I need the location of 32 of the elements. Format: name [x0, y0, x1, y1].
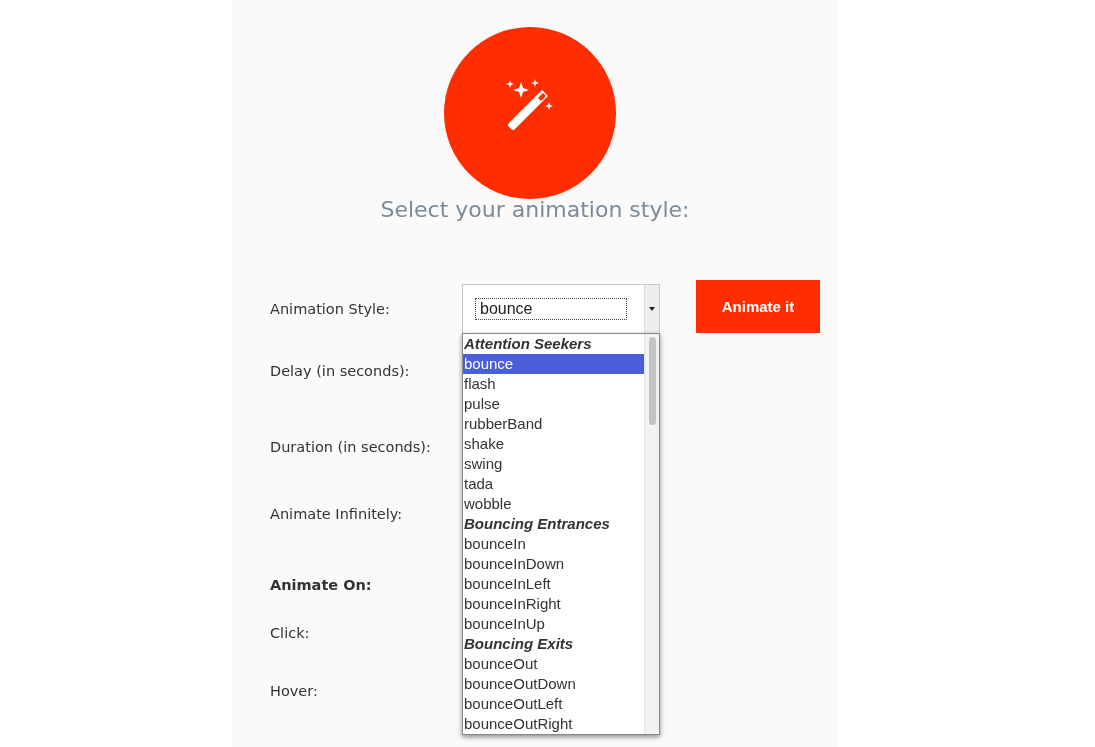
dropdown-option[interactable]: bounceOutRight	[463, 714, 644, 734]
field-label: Click:	[270, 625, 311, 641]
dropdown-option[interactable]: bounceInRight	[463, 594, 644, 614]
dropdown-option[interactable]: bounceOut	[463, 654, 644, 674]
dropdown-option[interactable]: flash	[463, 374, 644, 394]
dropdown-option[interactable]: bounceInUp	[463, 614, 644, 634]
page-title: Select your animation style:	[379, 197, 691, 222]
dropdown-option[interactable]: swing	[463, 454, 644, 474]
dropdown-option[interactable]: shake	[463, 434, 644, 454]
dropdown-option[interactable]: bounce	[463, 354, 644, 374]
animation-style-select[interactable]: bounce	[462, 284, 660, 334]
animate-button[interactable]: Animate it	[696, 279, 820, 333]
field-label: Hover:	[270, 683, 319, 699]
option-group-label: Bouncing Entrances	[463, 514, 611, 534]
field-label: Animation Style:	[270, 301, 391, 317]
caret-icon	[644, 285, 659, 333]
dropdown-option[interactable]: bounceOutDown	[463, 674, 644, 694]
dropdown-option[interactable]: bounceOutLeft	[463, 694, 644, 714]
field-label: Duration (in seconds):	[270, 439, 432, 455]
dropdown-option[interactable]: pulse	[463, 394, 644, 414]
scrollbar[interactable]	[644, 334, 659, 734]
option-group-label: Attention Seekers	[463, 334, 593, 354]
field-label: Animate Infinitely:	[270, 506, 404, 522]
option-group-label: Bouncing Exits	[463, 634, 575, 654]
dropdown-option[interactable]: bounceInLeft	[463, 574, 644, 594]
field-label: Delay (in seconds):	[270, 363, 411, 379]
dropdown-option[interactable]: bounceIn	[463, 534, 644, 554]
dropdown-option[interactable]: rubberBand	[463, 414, 644, 434]
section-label: Animate On:	[270, 577, 373, 593]
dropdown-option[interactable]: bounceInDown	[463, 554, 644, 574]
dropdown-option[interactable]: wobble	[463, 494, 644, 514]
dropdown-option[interactable]: tada	[463, 474, 644, 494]
